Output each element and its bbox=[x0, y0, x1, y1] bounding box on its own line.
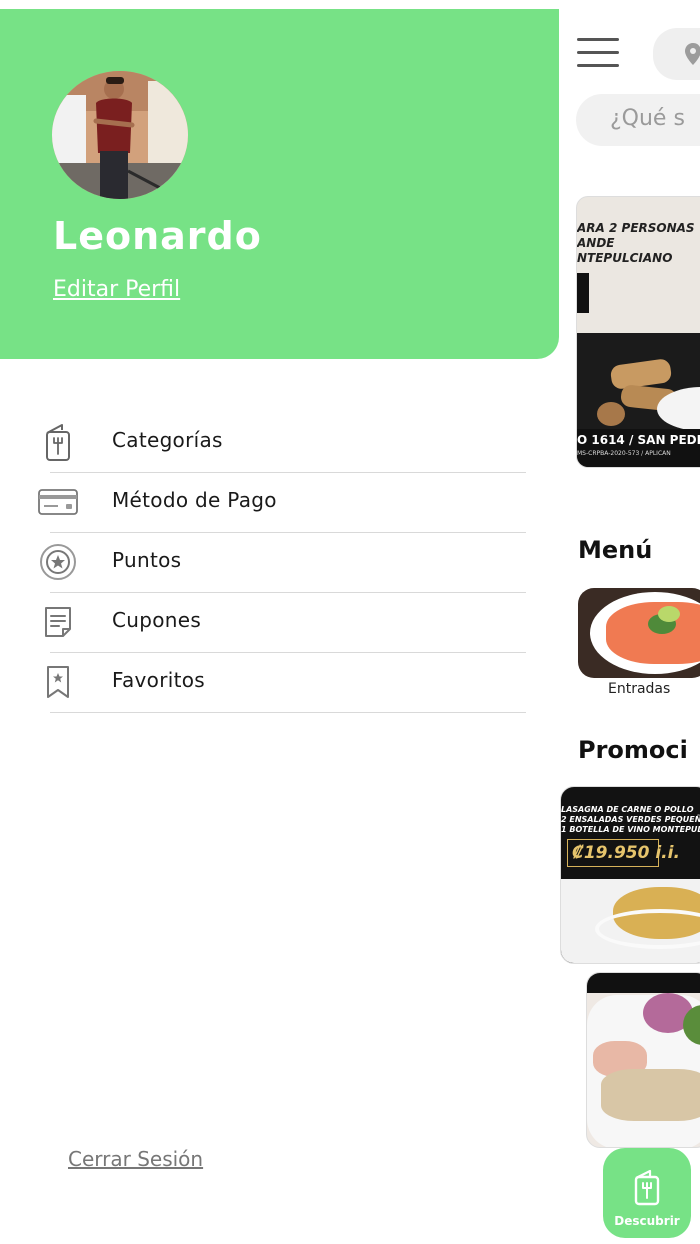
drawer-item-label: Cupones bbox=[112, 608, 202, 632]
promo-banner[interactable]: ARA 2 PERSONAS ANDE NTEPULCIANO O 1614 /… bbox=[576, 196, 700, 468]
drawer-item-favoritos[interactable]: Favoritos bbox=[38, 652, 526, 712]
hamburger-menu-icon[interactable] bbox=[577, 38, 619, 68]
location-selector[interactable] bbox=[653, 28, 700, 80]
drawer-item-categorias[interactable]: Categorías bbox=[38, 412, 526, 472]
promo-section-title: Promoci bbox=[578, 736, 688, 764]
search-input[interactable]: ¿Qué s bbox=[576, 94, 700, 146]
avatar[interactable] bbox=[52, 71, 188, 199]
divider bbox=[50, 712, 526, 713]
edit-profile-link[interactable]: Editar Perfil bbox=[53, 277, 180, 302]
discover-label: Descubrir bbox=[614, 1214, 680, 1228]
banner-address: O 1614 / SAN PEDRO bbox=[577, 433, 700, 447]
logout-link[interactable]: Cerrar Sesión bbox=[68, 1147, 203, 1171]
drawer-item-metodo-de-pago[interactable]: Método de Pago bbox=[38, 472, 526, 532]
user-name: Leonardo bbox=[53, 214, 262, 258]
promo-card[interactable]: LASAGNA DE CARNE O POLLO 2 ENSALADAS VER… bbox=[560, 786, 700, 964]
bookmark-star-icon bbox=[38, 662, 78, 702]
location-pin-icon bbox=[685, 43, 700, 65]
menu-category-label: Entradas bbox=[608, 681, 671, 697]
banner-text: ARA 2 PERSONAS ANDE NTEPULCIANO bbox=[577, 221, 695, 265]
drawer-item-label: Favoritos bbox=[112, 668, 205, 692]
drawer-item-cupones[interactable]: Cupones bbox=[38, 592, 526, 652]
promo-price: ₡19.950 i.i. bbox=[567, 839, 680, 867]
discover-button[interactable]: Descubrir bbox=[603, 1148, 691, 1238]
drawer-item-label: Puntos bbox=[112, 548, 182, 572]
menu-card-icon bbox=[38, 422, 78, 462]
promo-card[interactable] bbox=[586, 972, 700, 1148]
drawer-item-label: Método de Pago bbox=[112, 488, 277, 512]
side-drawer: Leonardo Editar Perfil Categorías Método… bbox=[0, 0, 560, 1244]
menu-card-icon bbox=[634, 1169, 660, 1206]
profile-header: Leonardo Editar Perfil bbox=[0, 9, 559, 359]
drawer-item-label: Categorías bbox=[112, 428, 223, 452]
main-screen: ¿Qué s ARA 2 PERSONAS ANDE NTEPULCIANO O… bbox=[560, 0, 700, 1244]
credit-card-icon bbox=[38, 482, 78, 522]
banner-fine-print: MS-CRPBA-2020-573 / APLICAN bbox=[577, 450, 671, 457]
search-placeholder: ¿Qué s bbox=[610, 106, 685, 131]
drawer-item-puntos[interactable]: Puntos bbox=[38, 532, 526, 592]
coupon-icon bbox=[38, 602, 78, 642]
star-badge-icon bbox=[38, 542, 78, 582]
promo-text: LASAGNA DE CARNE O POLLO 2 ENSALADAS VER… bbox=[561, 805, 700, 834]
menu-section-title: Menú bbox=[578, 536, 653, 564]
menu-category-card[interactable] bbox=[578, 588, 700, 678]
